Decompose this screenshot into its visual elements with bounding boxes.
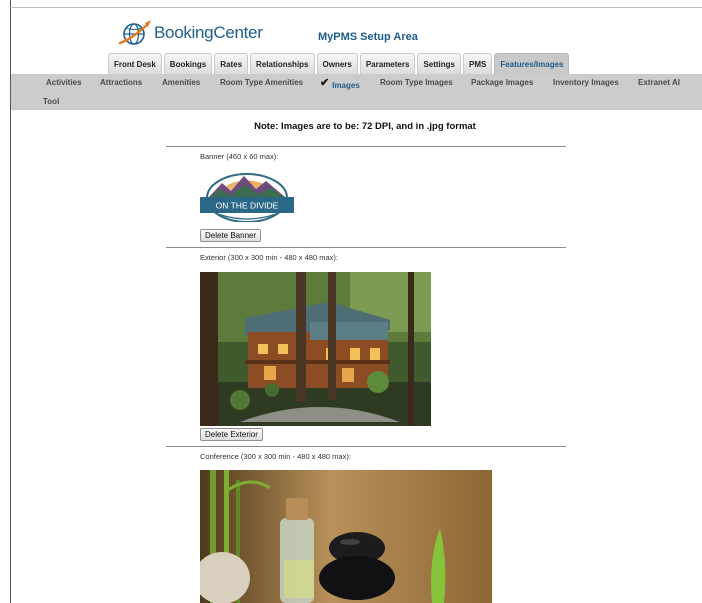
tab-parameters[interactable]: Parameters — [359, 53, 416, 74]
subnav-item-package-images[interactable]: Package Images — [471, 78, 533, 87]
tab-features-images[interactable]: Features/Images — [494, 53, 570, 74]
section-divider — [166, 146, 566, 147]
section-divider — [166, 446, 566, 447]
subnav-item-attractions[interactable]: Attractions — [100, 78, 142, 87]
conference-image — [200, 470, 492, 603]
subnav-item-tool[interactable]: Tool — [43, 97, 59, 106]
globe-airplane-icon — [118, 20, 151, 45]
page-title: MyPMS Setup Area — [318, 31, 418, 43]
checkmark-icon: ✔ — [320, 77, 330, 89]
sub-navigation-bar: Activities Attractions Amenities Room Ty… — [11, 74, 702, 110]
tab-front-desk[interactable]: Front Desk — [108, 53, 162, 74]
conference-label: Conference (300 x 300 min - 480 x 480 ma… — [200, 452, 351, 461]
exterior-label: Exterior (300 x 300 min - 480 x 480 max)… — [200, 253, 338, 262]
exterior-image — [200, 272, 431, 426]
banner-image-text: ON THE DIVIDE — [216, 201, 279, 211]
section-divider — [166, 247, 566, 248]
tab-pms[interactable]: PMS — [463, 53, 493, 74]
tab-relationships[interactable]: Relationships — [250, 53, 315, 74]
subnav-item-extranet-ai[interactable]: Extranet AI — [638, 78, 680, 87]
subnav-item-images[interactable]: ✔ Images — [320, 77, 360, 91]
subnav-item-images-label: Images — [332, 81, 360, 90]
subnav-item-room-type-amenities[interactable]: Room Type Amenities — [220, 78, 303, 87]
subnav-item-amenities[interactable]: Amenities — [162, 78, 200, 87]
banner-image: ON THE DIVIDE — [200, 173, 294, 222]
main-tab-bar: Front Desk Bookings Rates Relationships … — [108, 53, 571, 74]
subnav-item-room-type-images[interactable]: Room Type Images — [380, 78, 453, 87]
bookingcenter-logo[interactable]: BookingCenter — [118, 18, 263, 48]
page-frame-top-border — [10, 7, 702, 8]
banner-label: Banner (460 x 60 max): — [200, 152, 279, 161]
tab-owners[interactable]: Owners — [316, 53, 358, 74]
subnav-item-inventory-images[interactable]: Inventory Images — [553, 78, 619, 87]
image-format-note: Note: Images are to be: 72 DPI, and in .… — [254, 121, 476, 132]
tab-settings[interactable]: Settings — [417, 53, 461, 74]
tab-bookings[interactable]: Bookings — [163, 53, 213, 74]
delete-exterior-button[interactable]: Delete Exterior — [200, 428, 263, 441]
subnav-item-activities[interactable]: Activities — [46, 78, 82, 87]
delete-banner-button[interactable]: Delete Banner — [200, 229, 262, 242]
tab-rates[interactable]: Rates — [214, 53, 249, 74]
logo-text: BookingCenter — [154, 23, 263, 42]
